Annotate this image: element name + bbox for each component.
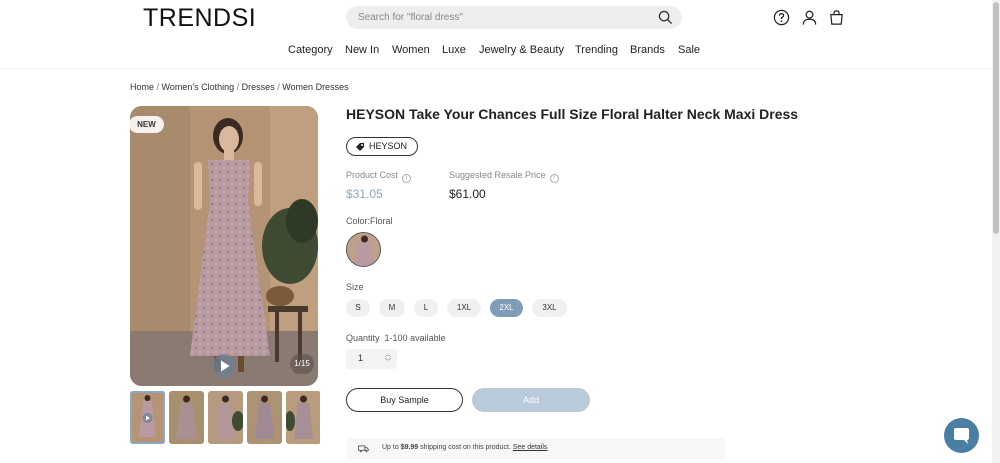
new-badge: NEW	[129, 116, 164, 133]
shipping-text: Up to $9.99 shipping cost on this produc…	[382, 444, 548, 451]
product-cost-value: $31.05	[346, 187, 383, 201]
size-option-3xl[interactable]: 3XL	[532, 299, 567, 317]
bag-icon[interactable]	[828, 9, 845, 26]
search-icon[interactable]	[658, 10, 673, 25]
size-option-m[interactable]: M	[379, 299, 405, 317]
product-title: HEYSON Take Your Chances Full Size Flora…	[346, 106, 799, 122]
breadcrumb-dresses[interactable]: Dresses	[242, 82, 275, 92]
thumbnail-1[interactable]	[130, 391, 165, 444]
nav-item-brands[interactable]: Brands	[630, 44, 665, 56]
info-icon[interactable]: i	[402, 174, 412, 183]
tag-icon	[356, 143, 364, 151]
breadcrumb: Home / Women's Clothing / Dresses / Wome…	[130, 82, 349, 92]
shipping-info-banner: Up to $9.99 shipping cost on this produc…	[346, 438, 726, 460]
breadcrumb-womens-clothing[interactable]: Women's Clothing	[162, 82, 235, 92]
quantity-value[interactable]: 1	[358, 353, 363, 363]
nav-item-new-in[interactable]: New In	[345, 44, 379, 56]
resale-price-value: $61.00	[449, 187, 486, 201]
search-bar[interactable]	[346, 6, 682, 29]
size-label: Size	[346, 282, 364, 292]
availability-text: 1-100 available	[384, 333, 446, 343]
quantity-label: Quantity 1-100 available	[346, 333, 446, 343]
help-icon[interactable]	[773, 9, 790, 26]
nav-item-women[interactable]: Women	[392, 44, 430, 56]
chevron-up-icon[interactable]: ︿	[383, 351, 393, 359]
brand-name: HEYSON	[369, 141, 408, 151]
color-swatch-floral[interactable]	[346, 232, 381, 267]
product-cost-label: Product Cost i	[346, 170, 412, 183]
thumbnail-3[interactable]	[208, 391, 243, 444]
page-scrollbar[interactable]	[992, 0, 1000, 463]
thumbnail-4[interactable]	[247, 391, 282, 444]
product-main-image[interactable]	[130, 106, 318, 386]
user-icon[interactable]	[801, 9, 818, 26]
info-icon[interactable]: i	[549, 174, 559, 183]
play-video-button[interactable]	[212, 354, 236, 378]
chat-button[interactable]	[944, 418, 979, 453]
nav-item-trending[interactable]: Trending	[575, 44, 618, 56]
size-option-2xl[interactable]: 2XL	[490, 299, 523, 317]
chat-icon	[954, 428, 969, 444]
chevron-down-icon[interactable]: ﹀	[383, 359, 393, 367]
scrollbar-thumb[interactable]	[993, 2, 999, 234]
brand-tag[interactable]: HEYSON	[346, 137, 419, 156]
nav-item-category[interactable]: Category	[288, 44, 333, 56]
truck-icon	[358, 445, 369, 453]
nav-item-luxe[interactable]: Luxe	[442, 44, 466, 56]
logo[interactable]: TRENDSI	[143, 4, 256, 33]
breadcrumb-home[interactable]: Home	[130, 82, 154, 92]
thumbnail-2[interactable]	[169, 391, 204, 444]
shipping-amount: $9.99	[400, 444, 419, 451]
size-option-l[interactable]: L	[414, 299, 438, 317]
thumbnail-5[interactable]	[286, 391, 320, 444]
main-nav: Category New In Women Luxe Jewelry & Bea…	[0, 44, 1000, 60]
play-icon	[221, 360, 230, 372]
breadcrumb-women-dresses[interactable]: Women Dresses	[282, 82, 348, 92]
nav-item-sale[interactable]: Sale	[678, 44, 700, 56]
image-counter: 1/15	[290, 354, 314, 374]
search-input[interactable]	[358, 9, 648, 26]
header-divider	[0, 68, 992, 69]
size-option-1xl[interactable]: 1XL	[447, 299, 481, 317]
add-button[interactable]: Add	[472, 388, 590, 412]
quantity-stepper[interactable]: 1 ︿ ﹀	[346, 349, 397, 369]
resale-price-label: Suggested Resale Price i	[449, 170, 559, 183]
see-details-link[interactable]: See details	[513, 444, 548, 451]
nav-item-jewelry-beauty[interactable]: Jewelry & Beauty	[479, 44, 564, 56]
buy-sample-button[interactable]: Buy Sample	[346, 388, 463, 412]
thumbnail-strip	[130, 391, 320, 444]
size-option-s[interactable]: S	[346, 299, 370, 317]
color-label: Color:Floral	[346, 216, 393, 226]
